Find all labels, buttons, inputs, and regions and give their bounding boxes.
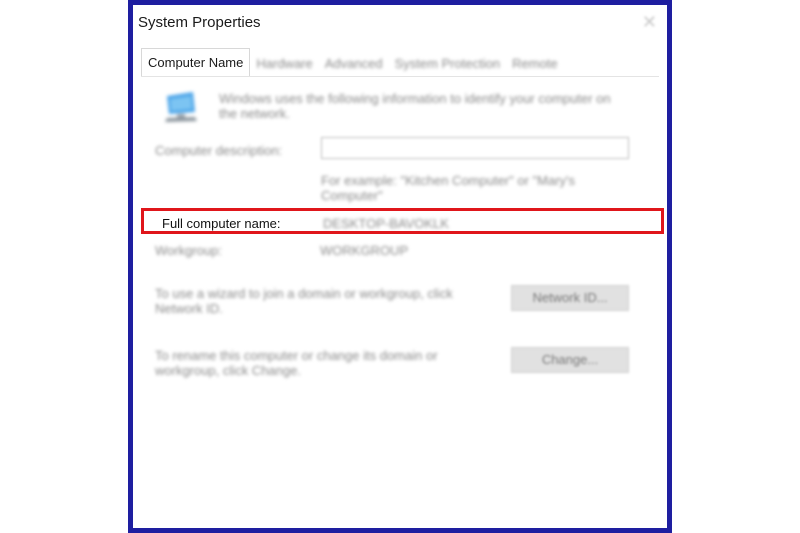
full-computer-name-value: DESKTOP-BAVOKLK [323, 216, 449, 231]
network-id-button[interactable]: Network ID... [511, 285, 629, 311]
example-text: For example: "Kitchen Computer" or "Mary… [321, 173, 576, 203]
computer-monitor-icon [165, 92, 197, 122]
title-bar: System Properties ✕ [133, 5, 667, 39]
tab-computer-name[interactable]: Computer Name [141, 48, 251, 76]
tab-system-protection[interactable]: System Protection [389, 52, 507, 76]
workgroup-label: Workgroup: [155, 243, 222, 258]
change-instructions: To rename this computer or change its do… [155, 348, 438, 378]
tab-strip: Computer Name Hardware Advanced System P… [141, 48, 564, 76]
tab-hardware[interactable]: Hardware [250, 52, 318, 76]
window-title: System Properties [138, 14, 261, 31]
close-icon[interactable]: ✕ [642, 12, 657, 33]
tab-advanced[interactable]: Advanced [319, 52, 389, 76]
system-properties-dialog: System Properties ✕ Computer Name Hardwa… [133, 5, 667, 528]
computer-description-input[interactable] [321, 137, 629, 159]
full-computer-name-highlight: Full computer name: DESKTOP-BAVOKLK [141, 208, 664, 234]
computer-description-label: Computer description: [155, 143, 283, 158]
tab-remote[interactable]: Remote [506, 52, 564, 76]
full-computer-name-label: Full computer name: [162, 216, 281, 231]
intro-text: Windows uses the following information t… [219, 91, 611, 121]
workgroup-value: WORKGROUP [320, 243, 409, 258]
change-button[interactable]: Change... [511, 347, 629, 373]
network-id-instructions: To use a wizard to join a domain or work… [155, 286, 453, 316]
screenshot-frame: System Properties ✕ Computer Name Hardwa… [128, 0, 672, 533]
